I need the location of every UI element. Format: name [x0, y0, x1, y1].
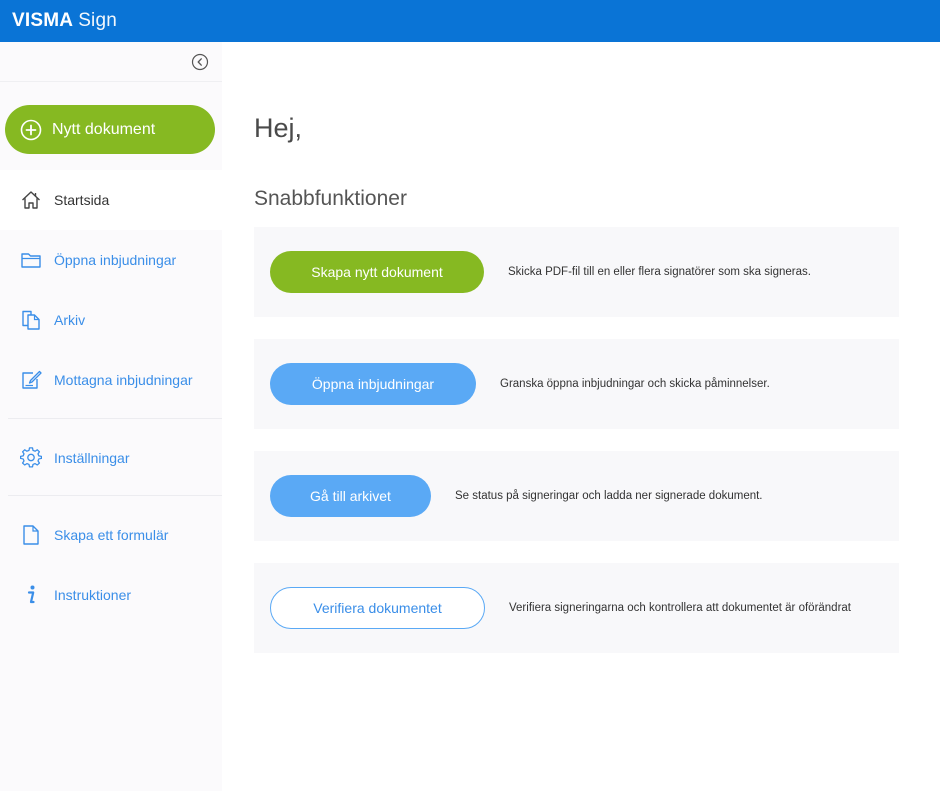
home-icon — [20, 189, 42, 211]
info-icon — [20, 584, 42, 606]
sidebar-collapse-row — [0, 42, 222, 82]
quick-action-card: Öppna inbjudningar Granska öppna inbjudn… — [254, 339, 899, 429]
sidebar-item-label: Inställningar — [54, 450, 130, 466]
sidebar-item-label: Instruktioner — [54, 587, 132, 603]
gear-icon — [20, 447, 42, 469]
plus-circle-icon — [20, 119, 42, 140]
new-document-button[interactable]: Nytt dokument — [5, 105, 215, 154]
create-document-button[interactable]: Skapa nytt dokument — [270, 251, 484, 293]
document-icon — [20, 524, 42, 546]
card-description: Granska öppna inbjudningar och skicka på… — [500, 378, 770, 390]
card-description: Se status på signeringar och ladda ner s… — [455, 490, 763, 502]
open-invitations-button[interactable]: Öppna inbjudningar — [270, 363, 476, 405]
sidebar-item-open-invitations[interactable]: Öppna inbjudningar — [0, 230, 222, 290]
verify-document-button[interactable]: Verifiera dokumentet — [270, 587, 485, 629]
go-to-archive-button[interactable]: Gå till arkivet — [270, 475, 431, 517]
chevron-left-circle-icon[interactable] — [191, 53, 209, 71]
sidebar-item-label: Arkiv — [54, 312, 86, 328]
sidebar-item-label: Skapa ett formulär — [54, 527, 169, 543]
brand-name: VISMA — [12, 10, 74, 31]
top-bar: VISMA Sign — [0, 0, 940, 42]
card-description: Verifiera signeringarna och kontrollera … — [509, 602, 852, 614]
quick-action-card: Verifiera dokumentet Verifiera signering… — [254, 563, 899, 653]
sidebar-item-settings[interactable]: Inställningar — [0, 428, 222, 488]
archive-icon — [20, 309, 42, 331]
sidebar-item-label: Startsida — [54, 192, 110, 208]
folder-icon — [20, 249, 42, 271]
edit-icon — [20, 369, 42, 391]
quick-action-card: Skapa nytt dokument Skicka PDF-fil till … — [254, 227, 899, 317]
quick-action-card: Gå till arkivet Se status på signeringar… — [254, 451, 899, 541]
sidebar-item-startsida[interactable]: Startsida — [0, 170, 222, 230]
app-logo[interactable]: VISMA Sign — [12, 10, 117, 32]
sidebar-item-label: Öppna inbjudningar — [54, 252, 177, 268]
sidebar-divider — [8, 418, 222, 419]
card-description: Skicka PDF-fil till en eller flera signa… — [508, 266, 811, 278]
new-document-label: Nytt dokument — [52, 120, 156, 138]
sidebar: Nytt dokument Startsida Öppna inbjudning… — [0, 42, 222, 791]
sidebar-item-received-invitations[interactable]: Mottagna inbjudningar — [0, 350, 222, 410]
section-title: Snabbfunktioner — [254, 187, 407, 210]
sidebar-item-create-form[interactable]: Skapa ett formulär — [0, 505, 222, 565]
sidebar-item-label: Mottagna inbjudningar — [54, 372, 193, 388]
brand-product: Sign — [78, 10, 118, 31]
sidebar-item-instructions[interactable]: Instruktioner — [0, 565, 222, 625]
sidebar-divider — [8, 495, 222, 496]
page-title: Hej, — [254, 113, 303, 143]
sidebar-item-archive[interactable]: Arkiv — [0, 290, 222, 350]
